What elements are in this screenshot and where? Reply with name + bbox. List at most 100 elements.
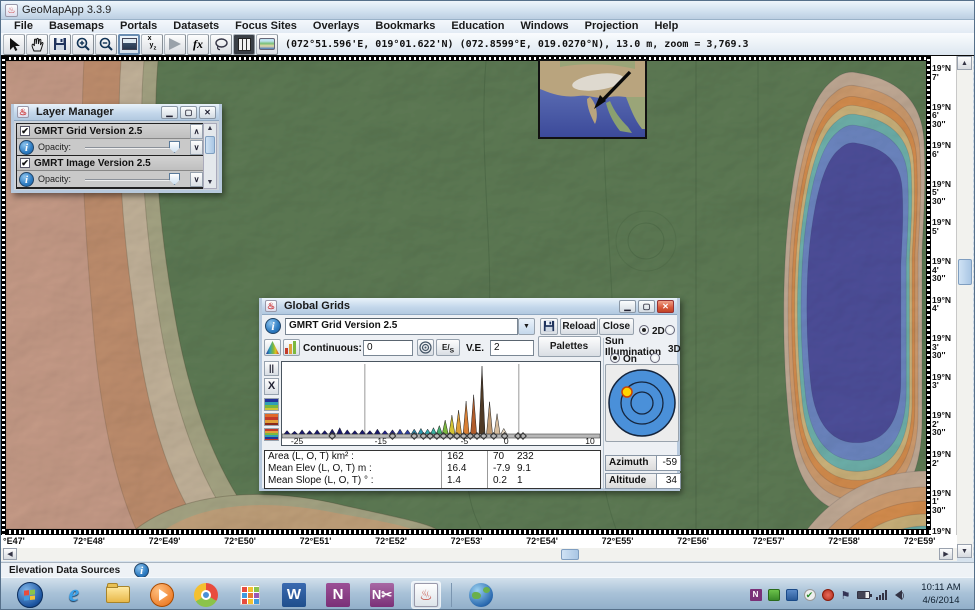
grid-table-icon[interactable] xyxy=(233,33,255,55)
altitude-input[interactable]: 34 xyxy=(657,473,681,489)
function-fx-icon[interactable]: fx xyxy=(187,33,209,55)
lasso-icon[interactable] xyxy=(210,33,232,55)
menu-education[interactable]: Education xyxy=(443,20,512,33)
close-button[interactable]: Close xyxy=(599,318,634,335)
menu-bookmarks[interactable]: Bookmarks xyxy=(367,20,443,33)
status-info-icon[interactable]: i xyxy=(134,562,150,578)
menu-help[interactable]: Help xyxy=(646,20,686,33)
save-icon[interactable] xyxy=(49,33,71,55)
tray-signal-icon[interactable] xyxy=(875,589,888,602)
map-hscroll-track[interactable] xyxy=(1,548,957,561)
tray-check-icon[interactable]: ✔ xyxy=(803,589,816,602)
menu-portals[interactable]: Portals xyxy=(112,20,165,33)
radio-2d-icon[interactable] xyxy=(639,325,649,335)
palettes-menu-button[interactable]: Palettes Menu xyxy=(537,336,601,371)
clear-x-icon[interactable]: X xyxy=(264,378,279,395)
radio-3d-icon[interactable] xyxy=(665,325,675,335)
window-titlebar[interactable]: ♨ GeoMapApp 3.3.9 xyxy=(1,1,974,20)
taskbar-clock[interactable]: 10:11 AM 4/6/2014 xyxy=(910,581,972,607)
layer-row[interactable]: ✔ GMRT Grid Version 2.5 ∧ xyxy=(17,124,203,139)
menu-overlays[interactable]: Overlays xyxy=(305,20,367,33)
zoom-out-icon[interactable] xyxy=(95,33,117,55)
maximize-icon[interactable]: ▢ xyxy=(180,105,197,119)
tray-flag-icon[interactable]: ⚑ xyxy=(839,589,852,602)
close-icon[interactable]: ✕ xyxy=(657,299,674,313)
continuous-input[interactable]: 0 xyxy=(363,340,413,356)
menu-projection[interactable]: Projection xyxy=(577,20,647,33)
palette-triangle-icon[interactable] xyxy=(264,339,281,356)
combobox-dropdown-icon[interactable]: ▼ xyxy=(518,318,535,335)
minimize-icon[interactable]: ▁ xyxy=(619,299,636,313)
image-view-icon[interactable] xyxy=(118,33,140,55)
sun-direction-ball[interactable] xyxy=(605,364,679,442)
layer-up-button[interactable]: ∧ xyxy=(190,124,203,139)
tray-battery-icon[interactable] xyxy=(857,589,872,602)
layer-info-icon[interactable]: i xyxy=(19,171,34,187)
opacity-slider-track[interactable] xyxy=(85,179,173,181)
layer-manager-dialog[interactable]: ♨ Layer Manager ▁ ▢ ✕ ✔ GMRT Grid Versio… xyxy=(11,104,222,193)
map-vscroll-up[interactable]: ▲ xyxy=(957,56,972,70)
menu-basemaps[interactable]: Basemaps xyxy=(41,20,112,33)
import-arrow-icon[interactable] xyxy=(164,33,186,55)
taskbar-java-app[interactable]: ♨ xyxy=(411,580,441,609)
scroll-thumb[interactable] xyxy=(205,136,215,154)
pause-icon[interactable]: || xyxy=(264,361,279,376)
contour-icon[interactable] xyxy=(417,339,434,356)
tray-green-icon[interactable] xyxy=(767,589,780,602)
layer-row[interactable]: ✔ GMRT Image Version 2.5 ∧ xyxy=(17,124,203,171)
map-vscroll-thumb[interactable] xyxy=(958,259,972,285)
maximize-icon[interactable]: ▢ xyxy=(638,299,655,313)
palette-strip-3-icon[interactable] xyxy=(264,428,279,441)
basemap-icon[interactable] xyxy=(256,33,278,55)
taskbar-google-earth[interactable] xyxy=(466,581,496,609)
layer-checkbox[interactable]: ✔ xyxy=(20,158,30,168)
taskbar-file-explorer[interactable] xyxy=(103,581,133,609)
save-grid-button[interactable] xyxy=(540,318,558,335)
reload-button[interactable]: Reload xyxy=(560,318,598,335)
opacity-slider-thumb[interactable] xyxy=(169,141,180,153)
opacity-slider-track[interactable] xyxy=(85,147,173,149)
scroll-up-icon[interactable]: ▲ xyxy=(204,124,216,134)
taskbar-start-button[interactable] xyxy=(15,581,45,609)
layer-checkbox[interactable]: ✔ xyxy=(20,126,30,136)
ve-input[interactable]: 2 xyxy=(490,340,534,356)
map-hscroll-left[interactable]: ◀ xyxy=(3,548,17,560)
taskbar-media-player[interactable] xyxy=(147,581,177,609)
taskbar-onenote-clipper[interactable]: N✂ xyxy=(367,581,397,609)
layer-down-button[interactable]: ∨ xyxy=(190,140,203,155)
tray-speaker-icon[interactable]: ) xyxy=(893,589,906,602)
taskbar-word[interactable]: W xyxy=(279,581,309,609)
tray-window-icon[interactable] xyxy=(785,589,798,602)
taskbar-onenote[interactable]: N xyxy=(323,581,353,609)
palette-strip-2-icon[interactable] xyxy=(264,413,279,426)
grid-select-combobox[interactable]: GMRT Grid Version 2.5 xyxy=(285,318,518,335)
overview-inset-map[interactable] xyxy=(538,59,647,139)
menu-datasets[interactable]: Datasets xyxy=(165,20,227,33)
histogram-bars-icon[interactable] xyxy=(283,339,300,356)
close-icon[interactable]: ✕ xyxy=(199,105,216,119)
select-cursor-icon[interactable] xyxy=(3,33,25,55)
elevation-histogram[interactable]: -25 -15 -5 0 10 xyxy=(281,361,601,446)
elevation-slope-icon[interactable]: E/S xyxy=(436,339,460,356)
global-grids-dialog[interactable]: ♨ Global Grids ▁ ▢ ✕ i GMRT Grid Version… xyxy=(259,298,681,491)
map-vscroll-down[interactable]: ▼ xyxy=(957,544,972,558)
menu-windows[interactable]: Windows xyxy=(512,20,576,33)
opacity-slider-thumb[interactable] xyxy=(169,173,180,185)
tray-n-icon[interactable]: N xyxy=(749,589,762,602)
zoom-in-icon[interactable] xyxy=(72,33,94,55)
layer-info-icon[interactable]: i xyxy=(19,139,34,155)
layer-manager-titlebar[interactable]: ♨ Layer Manager ▁ ▢ ✕ xyxy=(14,104,219,121)
palette-strip-1-icon[interactable] xyxy=(264,398,279,411)
pan-hand-icon[interactable] xyxy=(26,33,48,55)
menu-file[interactable]: File xyxy=(6,20,41,33)
map-vscroll-track[interactable] xyxy=(957,56,973,558)
global-grids-titlebar[interactable]: ♨ Global Grids ▁ ▢ ✕ xyxy=(262,298,677,315)
taskbar-app-grid[interactable] xyxy=(235,581,265,609)
map-hscroll-right[interactable]: ▶ xyxy=(939,548,953,560)
menu-focus-sites[interactable]: Focus Sites xyxy=(227,20,305,33)
xyz-profile-icon[interactable]: x yz xyxy=(141,33,163,55)
minimize-icon[interactable]: ▁ xyxy=(161,105,178,119)
tray-red-icon[interactable] xyxy=(821,589,834,602)
scroll-down-icon[interactable]: ▼ xyxy=(204,178,216,188)
map-hscroll-thumb[interactable] xyxy=(561,549,579,560)
